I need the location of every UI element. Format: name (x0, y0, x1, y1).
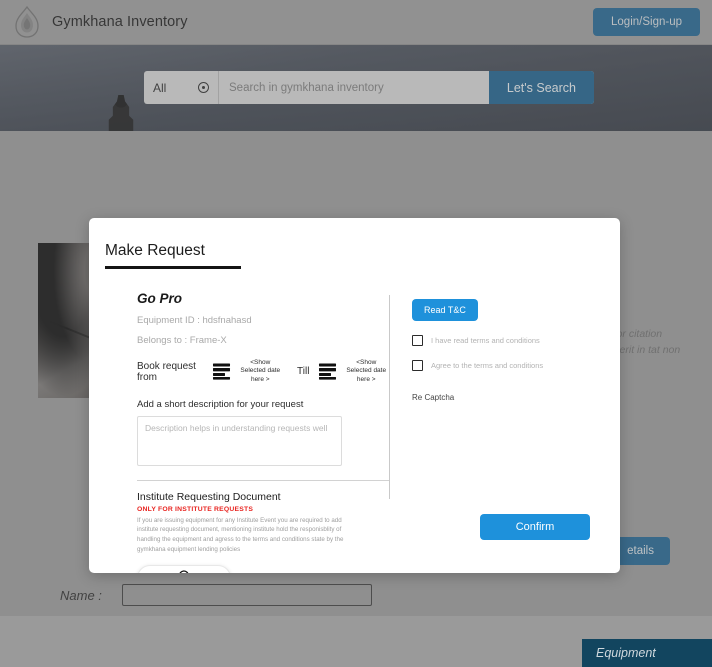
modal-footer: Confirm (89, 511, 620, 573)
terms-agree-label: Agree to the terms and conditions (431, 361, 543, 370)
terms-agree-checkbox[interactable] (412, 360, 423, 371)
terms-read-label: I have read terms and conditions (431, 336, 540, 345)
equipment-name: Go Pro (137, 291, 389, 306)
modal-right-column: Read T&C I have read terms and condition… (412, 291, 620, 525)
read-terms-button[interactable]: Read T&C (412, 299, 478, 321)
equipment-section-bar: Equipment (582, 639, 712, 667)
section-divider (137, 480, 389, 481)
confirm-button[interactable]: Confirm (480, 514, 590, 540)
from-date-display: <Show Selected date here > (237, 359, 283, 385)
book-from-label: Book request from (137, 361, 203, 383)
make-request-modal: Make Request Go Pro Equipment ID : hdsfn… (89, 218, 620, 573)
till-date-display: <Show Selected date here > (343, 359, 389, 385)
terms-agree-checkbox-row: Agree to the terms and conditions (412, 360, 620, 371)
description-label: Add a short description for your request (137, 399, 389, 410)
booking-date-row: Book request from <Show Selected date he… (137, 359, 389, 385)
modal-left-column: Go Pro Equipment ID : hdsfnahasd Belongs… (89, 291, 389, 525)
calendar-icon[interactable] (212, 363, 231, 380)
calendar-icon[interactable] (318, 363, 337, 380)
modal-body: Go Pro Equipment ID : hdsfnahasd Belongs… (89, 269, 620, 525)
modal-title: Make Request (105, 242, 620, 260)
column-divider (389, 295, 390, 499)
recaptcha-label: Re Captcha (412, 393, 620, 402)
institute-document-title: Institute Requesting Document (137, 491, 389, 503)
terms-read-checkbox-row: I have read terms and conditions (412, 335, 620, 346)
description-textarea[interactable] (137, 416, 342, 466)
modal-header: Make Request (89, 218, 620, 269)
equipment-owner: Belongs to : Frame-X (137, 335, 389, 346)
equipment-id: Equipment ID : hdsfnahasd (137, 315, 389, 326)
terms-read-checkbox[interactable] (412, 335, 423, 346)
book-till-label: Till (297, 366, 309, 377)
